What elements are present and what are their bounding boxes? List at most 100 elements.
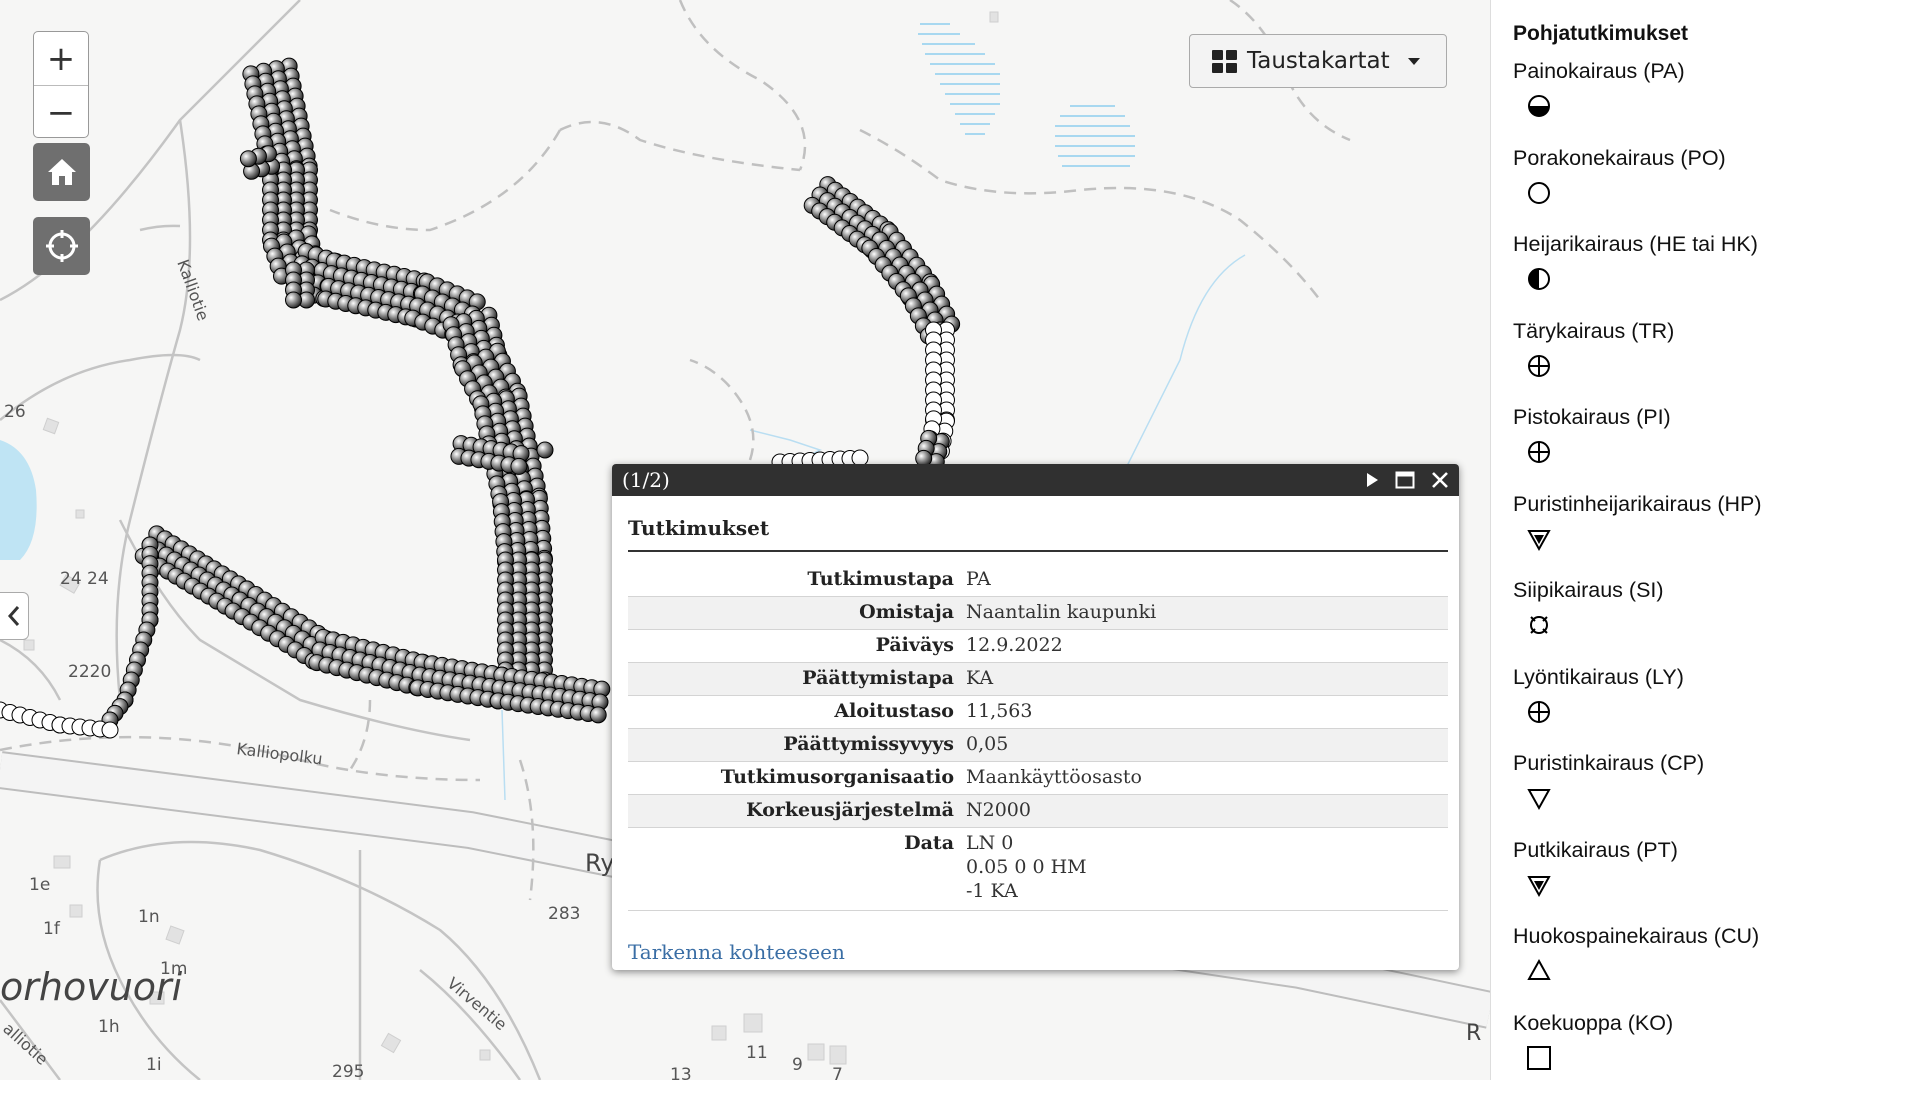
basemaps-button[interactable]: Taustakartat	[1189, 34, 1447, 88]
legend-item: Porakonekairaus (PO)	[1513, 143, 1920, 230]
map-label-1m: 1m	[160, 959, 187, 979]
borehole-marker[interactable]	[590, 707, 606, 723]
marsh	[918, 24, 1135, 166]
legend-item: Painokairaus (PA)	[1513, 56, 1920, 143]
close-icon[interactable]	[1431, 471, 1449, 489]
legend-item: Puristinheijarikairaus (HP)	[1513, 489, 1920, 576]
legend-item: Putkikairaus (PT)	[1513, 835, 1920, 922]
filled-triangle-icon	[1525, 525, 1553, 553]
attr-key: Päiväys	[628, 630, 960, 663]
map-label-283: 283	[548, 904, 580, 924]
attr-value: N2000	[960, 795, 1448, 828]
attribute-table: TutkimustapaPA OmistajaNaantalin kaupunk…	[628, 564, 1448, 911]
next-icon[interactable]	[1365, 472, 1379, 488]
map-label-alliotie: alliotie	[0, 1019, 52, 1069]
chevron-left-icon	[7, 605, 21, 627]
attr-value: 0,05	[960, 729, 1448, 762]
crosshair-icon	[44, 228, 80, 264]
legend-item-label: Puristinkairaus (CP)	[1513, 748, 1920, 778]
legend-item-label: Puristinheijarikairaus (HP)	[1513, 489, 1920, 519]
attr-value: PA	[960, 564, 1448, 597]
legend-item: Siipikairaus (SI)	[1513, 575, 1920, 662]
map-label-kalliotie: Kalliotie	[173, 257, 213, 323]
table-row: PäättymistapaKA	[628, 663, 1448, 696]
legend-item-label: Pistokairaus (PI)	[1513, 402, 1920, 432]
map-label-r: R	[1466, 1021, 1481, 1046]
zoom-out-button[interactable]: −	[34, 85, 88, 139]
zoom-in-button[interactable]: +	[34, 32, 88, 85]
attr-key: Tutkimusorganisaatio	[628, 762, 960, 795]
table-row: Päättymissyvyys0,05	[628, 729, 1448, 762]
popup-title: Tutkimukset	[628, 516, 1448, 552]
borehole-marker[interactable]	[286, 292, 302, 308]
vane-circle-icon	[1525, 611, 1553, 639]
map-label-295: 295	[332, 1062, 364, 1080]
collapse-panel-button[interactable]	[0, 592, 29, 640]
zoom-to-feature-link[interactable]: Tarkenna kohteeseen	[628, 940, 845, 964]
legend-item: Heijarikairaus (HE tai HK)	[1513, 229, 1920, 316]
legend-panel: Pohjatutkimukset Painokairaus (PA) Porak…	[1490, 0, 1920, 1080]
map-label-26: 26	[4, 402, 26, 422]
attr-key: Tutkimustapa	[628, 564, 960, 597]
map-label-1e: 1e	[29, 875, 50, 895]
attr-value: 12.9.2022	[960, 630, 1448, 663]
legend-item-label: Heijarikairaus (HE tai HK)	[1513, 229, 1920, 259]
attr-key: Päättymissyvyys	[628, 729, 960, 762]
legend-item: Tärykairaus (TR)	[1513, 316, 1920, 403]
legend-item: Koekuoppa (KO)	[1513, 1008, 1920, 1094]
borehole-marker[interactable]	[537, 442, 553, 458]
locate-button[interactable]	[33, 217, 90, 275]
crossed-circle-icon	[1525, 698, 1553, 726]
legend-item: Pistokairaus (PI)	[1513, 402, 1920, 489]
open-triangle-up-icon	[1525, 957, 1553, 985]
legend-item: Huokospainekairaus (CU)	[1513, 921, 1920, 1008]
map-label-13: 13	[670, 1065, 692, 1080]
basemaps-label: Taustakartat	[1247, 48, 1390, 74]
borehole-marker[interactable]	[240, 151, 256, 167]
table-row: TutkimusorganisaatioMaankäyttöosasto	[628, 762, 1448, 795]
caret-down-icon	[1408, 58, 1420, 65]
open-circle-icon	[1525, 179, 1553, 207]
attr-value: LN 0 0.05 0 0 HM -1 KA	[960, 828, 1448, 911]
table-row: TutkimustapaPA	[628, 564, 1448, 597]
home-button[interactable]	[33, 143, 90, 201]
attr-key: Päättymistapa	[628, 663, 960, 696]
legend-item-label: Siipikairaus (SI)	[1513, 575, 1920, 605]
map-label-orhovuori: orhovuori	[0, 965, 183, 1009]
map-label-2220: 2220	[68, 662, 111, 682]
attr-value: KA	[960, 663, 1448, 696]
map-label-1n: 1n	[138, 907, 160, 927]
table-row: Päiväys12.9.2022	[628, 630, 1448, 663]
borehole-marker[interactable]	[102, 722, 118, 738]
table-row: DataLN 0 0.05 0 0 HM -1 KA	[628, 828, 1448, 911]
attr-key: Omistaja	[628, 597, 960, 630]
legend-item-label: Lyöntikairaus (LY)	[1513, 662, 1920, 692]
legend-item-label: Porakonekairaus (PO)	[1513, 143, 1920, 173]
attr-value: Naantalin kaupunki	[960, 597, 1448, 630]
map-label-kalliopolku: Kalliopolku	[236, 739, 324, 768]
home-icon	[46, 157, 78, 187]
attr-key: Data	[628, 828, 960, 911]
legend-item-label: Tärykairaus (TR)	[1513, 316, 1920, 346]
lake	[0, 440, 37, 560]
map-label-2424: 24 24	[60, 569, 109, 589]
half-filled-circle-icon	[1525, 92, 1553, 120]
borehole-marker[interactable]	[511, 458, 527, 474]
map-label-11: 11	[746, 1043, 768, 1063]
crossed-circle-icon	[1525, 438, 1553, 466]
map-view[interactable]: Kalliotie Kalliopolku Virventie alliotie…	[0, 0, 1490, 1080]
popup-counter: (1/2)	[622, 468, 670, 492]
legend-item-label: Huokospainekairaus (CU)	[1513, 921, 1920, 951]
legend-title: Pohjatutkimukset	[1513, 22, 1920, 46]
open-square-icon	[1525, 1044, 1553, 1072]
table-row: KorkeusjärjestelmäN2000	[628, 795, 1448, 828]
legend-item-label: Putkikairaus (PT)	[1513, 835, 1920, 865]
quarter-filled-circle-icon	[1525, 265, 1553, 293]
legend-item: Puristinkairaus (CP)	[1513, 748, 1920, 835]
map-label-9: 9	[792, 1055, 803, 1075]
attr-key: Korkeusjärjestelmä	[628, 795, 960, 828]
grid-icon	[1212, 50, 1237, 73]
zoom-control: + −	[33, 31, 89, 138]
map-label-1i: 1i	[146, 1055, 162, 1075]
maximize-icon[interactable]	[1395, 471, 1415, 489]
